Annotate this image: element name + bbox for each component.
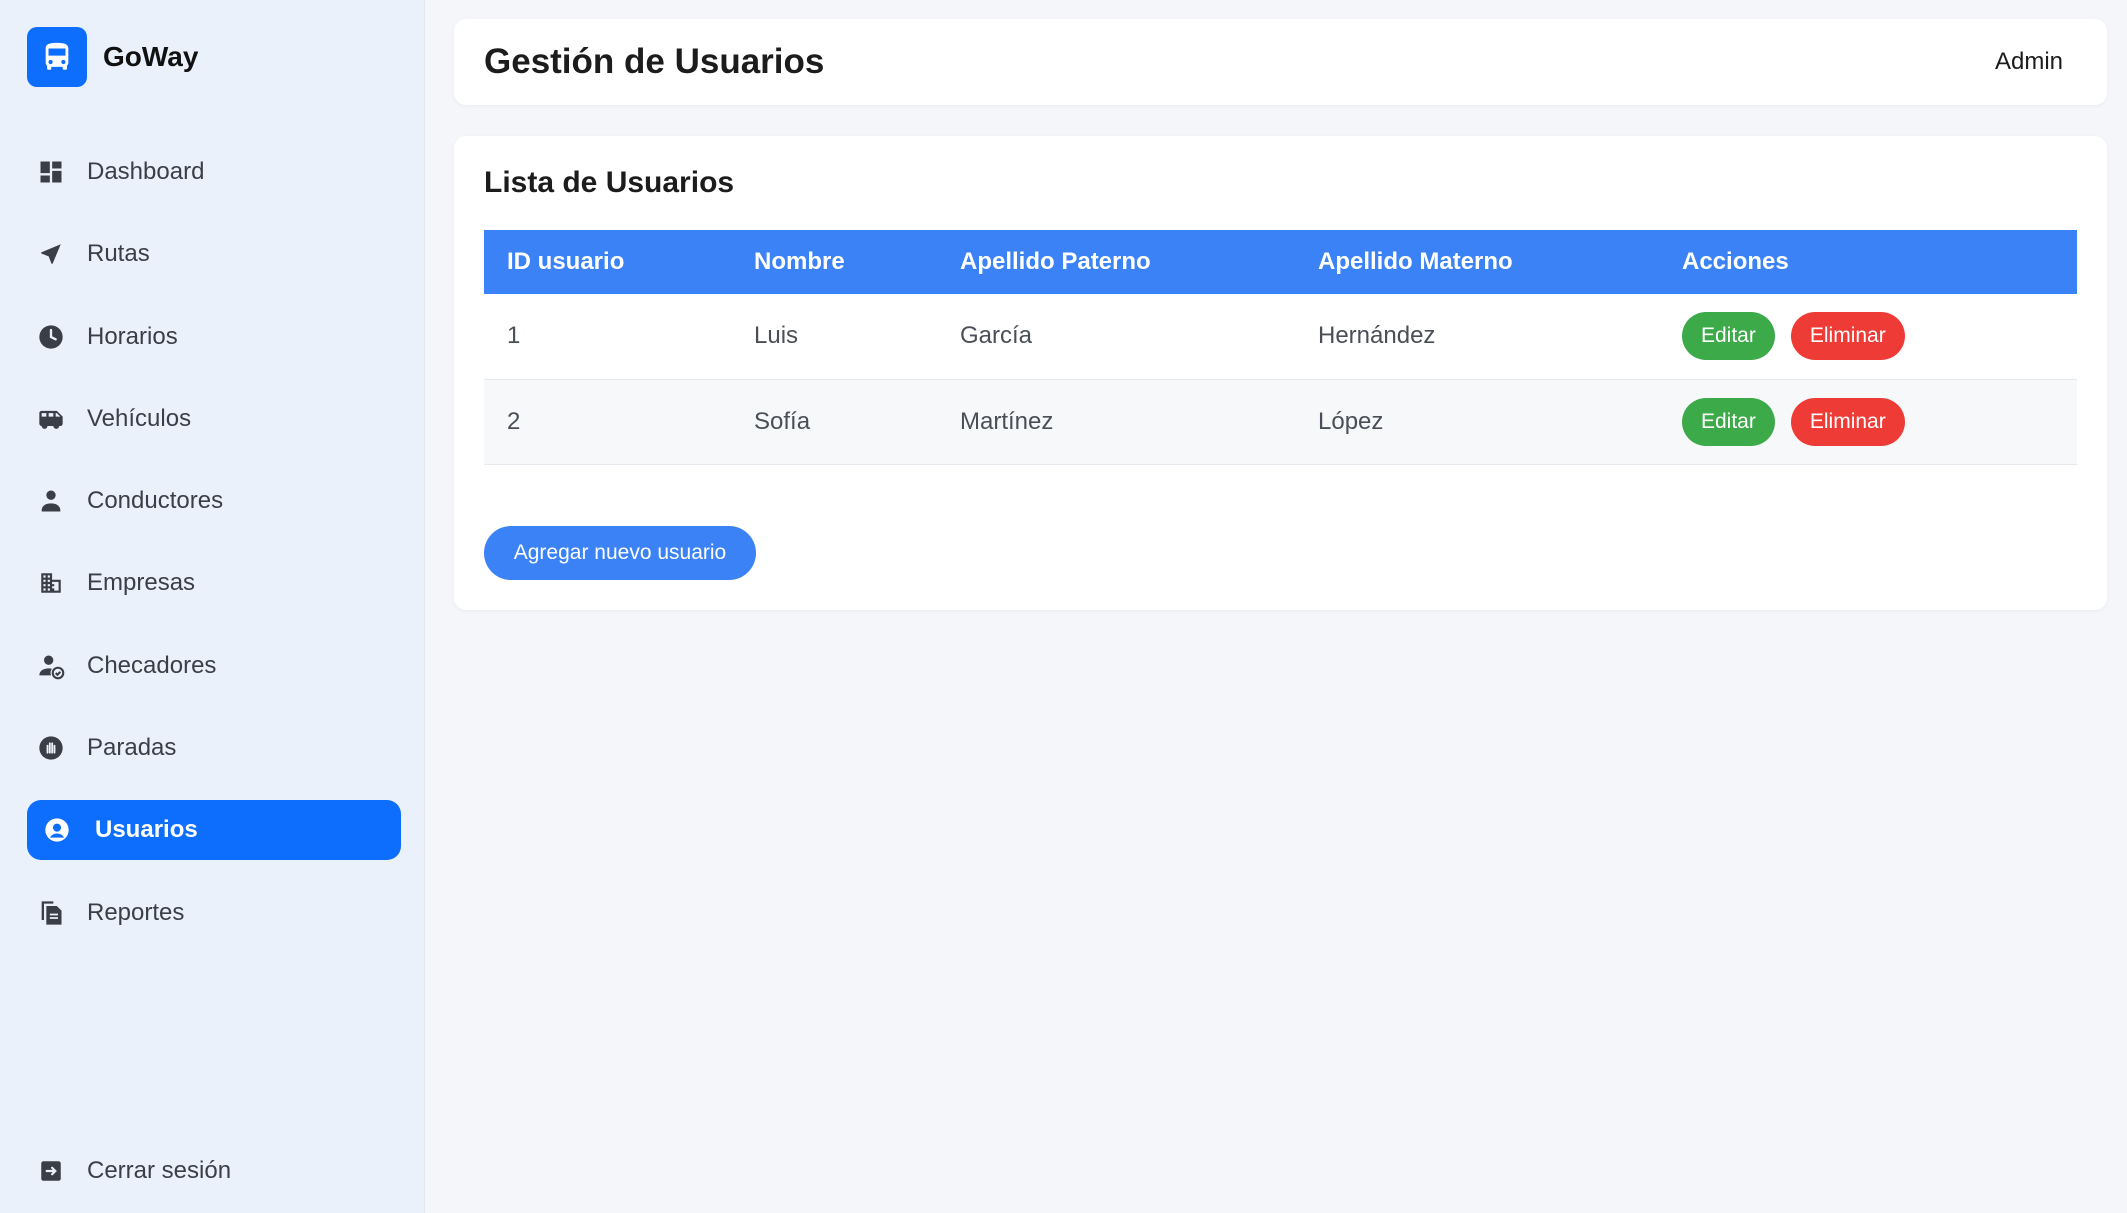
- sidebar-item-reportes[interactable]: Reportes: [27, 883, 401, 943]
- bus-icon: [27, 27, 87, 87]
- column-header-acciones: Acciones: [1682, 248, 1789, 275]
- hand-stop-icon: [35, 732, 67, 764]
- cell-nombre: Sofía: [754, 407, 811, 435]
- delete-button[interactable]: Eliminar: [1790, 397, 1905, 446]
- cell-actions: Editar Eliminar: [1659, 294, 2077, 379]
- brand-name: GoWay: [103, 41, 199, 72]
- logout-icon: [35, 1155, 67, 1187]
- sidebar-item-paradas[interactable]: Paradas: [27, 718, 401, 778]
- sidebar-item-label: Usuarios: [95, 816, 198, 844]
- cell-id: 1: [507, 322, 521, 350]
- sidebar-item-horarios[interactable]: Horarios: [27, 307, 401, 367]
- sidebar-item-conductores[interactable]: Conductores: [27, 471, 401, 531]
- clock-icon: [35, 321, 67, 353]
- sidebar-item-checadores[interactable]: Checadores: [27, 636, 401, 696]
- sidebar-item-rutas[interactable]: Rutas: [27, 224, 401, 284]
- user-circle-icon: [41, 814, 73, 846]
- delete-button[interactable]: Eliminar: [1790, 312, 1905, 361]
- navigation-arrow-icon: [35, 238, 67, 270]
- cell-nombre: Luis: [754, 322, 799, 350]
- sidebar-item-usuarios[interactable]: Usuarios: [27, 800, 401, 861]
- sidebar-item-label: Conductores: [87, 487, 224, 515]
- column-header-apellido-materno[interactable]: Apellido Materno: [1295, 230, 1659, 294]
- sidebar-item-vehiculos[interactable]: Vehículos: [27, 389, 401, 449]
- table-header-row: ID usuario Nombre Apellido Paterno Apell…: [484, 230, 2077, 294]
- cell-apellido-materno: Hernández: [1318, 322, 1436, 350]
- sidebar-item-label: Empresas: [87, 569, 196, 597]
- user-menu[interactable]: Admin: [1995, 48, 2063, 76]
- sidebar-item-label: Checadores: [87, 651, 217, 679]
- sidebar-item-label: Vehículos: [87, 404, 192, 432]
- sidebar-item-label: Paradas: [87, 734, 177, 762]
- sidebar-item-label: Reportes: [87, 898, 185, 926]
- users-card: Lista de Usuarios ID usuario Nombre Apel…: [454, 136, 2107, 610]
- driver-icon: [35, 485, 67, 517]
- sidebar-item-label: Rutas: [87, 240, 150, 268]
- cell-actions: Editar Eliminar: [1659, 379, 2077, 464]
- cell-apellido-paterno: García: [960, 322, 1033, 350]
- documents-icon: [35, 897, 67, 929]
- column-header-nombre[interactable]: Nombre: [731, 230, 937, 294]
- edit-button[interactable]: Editar: [1682, 312, 1775, 361]
- sidebar-item-empresas[interactable]: Empresas: [27, 553, 401, 613]
- sidebar-item-dashboard[interactable]: Dashboard: [27, 142, 401, 202]
- edit-button[interactable]: Editar: [1682, 397, 1775, 446]
- top-bar: Gestión de Usuarios Admin: [454, 19, 2107, 105]
- logout-button[interactable]: Cerrar sesión: [35, 1155, 231, 1187]
- table-row: 1 Luis García Hernández Editar Eliminar: [484, 294, 2077, 379]
- dashboard-icon: [35, 156, 67, 188]
- user-check-icon: [35, 650, 67, 682]
- card-title: Lista de Usuarios: [484, 166, 735, 199]
- sidebar-item-label: Horarios: [87, 322, 178, 350]
- cell-apellido-materno: López: [1318, 407, 1384, 435]
- column-header-apellido-paterno[interactable]: Apellido Paterno: [937, 230, 1295, 294]
- brand[interactable]: GoWay: [27, 27, 198, 87]
- column-header-id[interactable]: ID usuario: [484, 230, 731, 294]
- cell-apellido-paterno: Martínez: [960, 407, 1054, 435]
- table-row: 2 Sofía Martínez López Editar Eliminar: [484, 379, 2077, 464]
- cell-id: 2: [507, 407, 521, 435]
- users-table: ID usuario Nombre Apellido Paterno Apell…: [484, 230, 2077, 465]
- logout-label: Cerrar sesión: [87, 1157, 232, 1184]
- add-user-button[interactable]: Agregar nuevo usuario: [484, 526, 756, 580]
- page-title: Gestión de Usuarios: [484, 42, 825, 81]
- sidebar-nav: Dashboard Rutas Horarios Vehículos Condu…: [27, 142, 401, 965]
- main-content: Gestión de Usuarios Admin Lista de Usuar…: [425, 0, 2127, 1213]
- sidebar: GoWay Dashboard Rutas Horarios Vehículos…: [0, 0, 425, 1213]
- building-icon: [35, 567, 67, 599]
- bus-icon: [35, 403, 67, 435]
- sidebar-item-label: Dashboard: [87, 158, 205, 185]
